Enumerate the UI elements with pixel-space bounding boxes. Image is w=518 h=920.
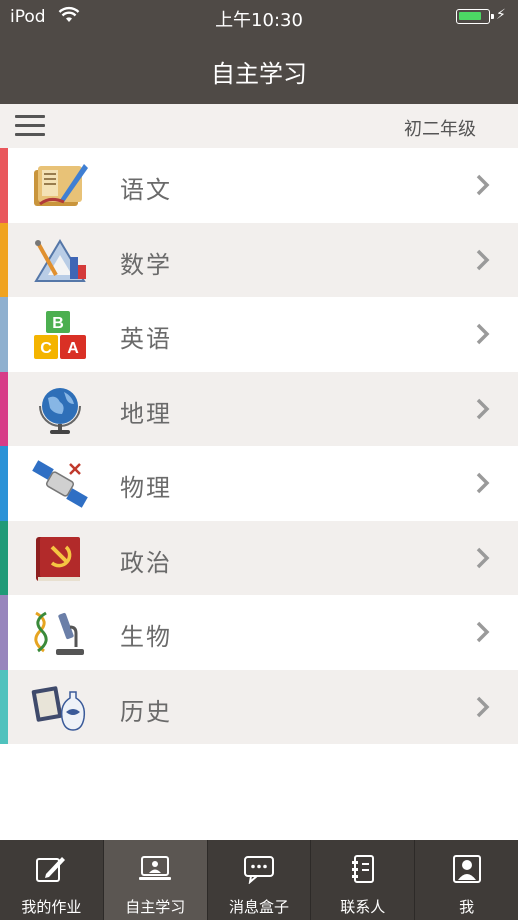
subject-label: 物理 xyxy=(120,474,172,502)
abc-blocks-icon: B C A xyxy=(34,311,86,359)
chevron-right-icon xyxy=(476,174,490,196)
page-title: 自主学习 xyxy=(211,60,307,88)
grade-selector[interactable]: 初二年级 xyxy=(404,115,476,141)
subject-label: 地理 xyxy=(120,399,172,428)
subject-color-stripe xyxy=(0,520,8,595)
subject-row-chinese[interactable]: 语文 xyxy=(0,148,518,223)
subject-label: 英语 xyxy=(120,325,172,353)
geometry-tools-icon xyxy=(34,238,86,282)
dna-microscope-icon xyxy=(34,611,84,655)
subject-color-stripe xyxy=(0,222,8,297)
sub-toolbar: 初二年级 xyxy=(0,104,518,148)
subject-label: 数学 xyxy=(120,250,172,279)
subject-row-politics[interactable]: 政治 xyxy=(0,520,518,595)
menu-icon[interactable] xyxy=(15,115,45,137)
chevron-right-icon xyxy=(476,398,490,419)
tab-bar: 我的作业 自主学习 消息盒子 联系人 我 xyxy=(0,840,518,920)
battery-icon xyxy=(456,9,494,24)
tab-label: 消息盒子 xyxy=(228,898,289,916)
status-bar: iPod 上午10:30 ⚡ xyxy=(0,0,518,34)
tab-self-study[interactable]: 自主学习 xyxy=(103,840,208,920)
tab-my-homework[interactable]: 我的作业 xyxy=(0,840,104,920)
monitor-icon xyxy=(139,856,172,880)
message-icon xyxy=(243,856,274,884)
subject-label: 语文 xyxy=(120,176,172,204)
book-quill-icon xyxy=(34,164,88,206)
chevron-right-icon xyxy=(476,249,490,270)
subject-row-geography[interactable]: 地理 xyxy=(0,371,518,446)
chevron-right-icon xyxy=(476,696,490,717)
chevron-right-icon xyxy=(476,472,490,494)
subject-color-stripe xyxy=(0,297,8,372)
vase-scroll-icon xyxy=(31,685,86,731)
tab-me[interactable]: 我 xyxy=(415,840,518,920)
subject-color-stripe xyxy=(0,148,8,223)
red-book-icon xyxy=(36,536,80,581)
chevron-right-icon xyxy=(476,323,490,345)
subject-color-stripe xyxy=(0,371,8,446)
subject-row-english[interactable]: B C A 英语 xyxy=(0,297,518,372)
person-icon xyxy=(452,855,481,883)
svg-text:B: B xyxy=(52,315,64,332)
subject-color-stripe xyxy=(0,446,8,521)
tab-contacts[interactable]: 联系人 xyxy=(311,840,416,920)
tab-label: 联系人 xyxy=(340,898,386,916)
tab-message-box[interactable]: 消息盒子 xyxy=(208,840,312,920)
satellite-icon xyxy=(32,460,88,508)
globe-icon xyxy=(39,387,81,434)
tab-label: 我的作业 xyxy=(21,898,82,916)
tab-label: 我 xyxy=(459,898,475,916)
header: iPod 上午10:30 ⚡ 自主学习 xyxy=(0,0,518,104)
chevron-right-icon xyxy=(476,621,490,643)
subject-color-stripe xyxy=(0,669,8,744)
subject-color-stripe xyxy=(0,595,8,670)
subject-label: 历史 xyxy=(120,697,172,726)
status-time: 上午10:30 xyxy=(215,10,303,31)
subject-label: 政治 xyxy=(120,548,172,577)
subject-row-math[interactable]: 数学 xyxy=(0,222,518,297)
svg-text:A: A xyxy=(67,340,79,357)
chevron-right-icon xyxy=(476,547,490,568)
subject-row-history[interactable]: 历史 xyxy=(0,669,518,744)
tab-label: 自主学习 xyxy=(125,898,186,916)
contacts-icon xyxy=(351,855,374,883)
pencil-icon xyxy=(36,857,66,882)
charging-icon: ⚡ xyxy=(496,7,506,23)
subject-list: 语文 数学 B C A 英语 地理 物理 政治 生物 历史 xyxy=(0,148,518,744)
subject-label: 生物 xyxy=(120,623,172,651)
subject-row-physics[interactable]: 物理 xyxy=(0,446,518,521)
subject-row-biology[interactable]: 生物 xyxy=(0,595,518,670)
svg-text:C: C xyxy=(40,340,52,357)
